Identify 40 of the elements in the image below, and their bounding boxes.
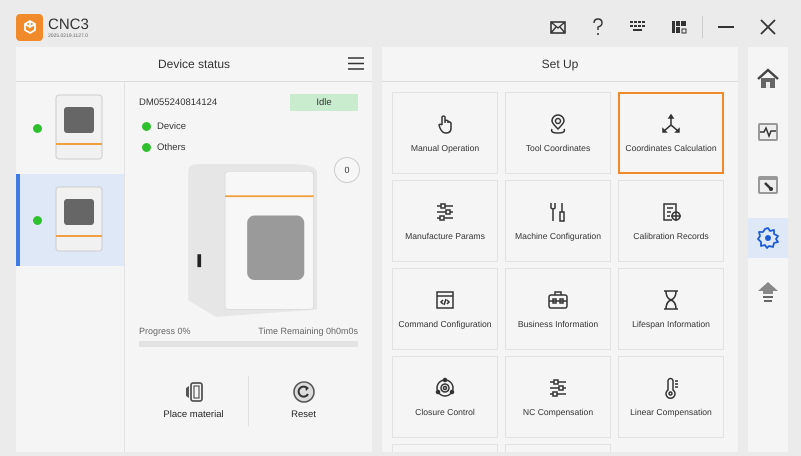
progress-label: Progress 0%: [139, 326, 191, 336]
setup-tile[interactable]: Business Information: [505, 268, 611, 350]
indicator-label: Others: [157, 142, 186, 153]
panel-title: Set Up: [542, 57, 578, 71]
count-badge: 0: [334, 157, 360, 183]
device-list-item[interactable]: [16, 174, 124, 266]
sliders-icon: [547, 377, 569, 399]
code-icon: [434, 289, 456, 311]
help-icon[interactable]: [592, 18, 604, 36]
toolbox-icon: [547, 289, 569, 311]
setup-tile[interactable]: Coordinates Calculation: [618, 92, 724, 174]
place-material-button[interactable]: Place material: [139, 377, 248, 424]
settings-nav-icon[interactable]: [748, 218, 788, 258]
setup-tile[interactable]: Lifespan Information: [618, 268, 724, 350]
setup-tile[interactable]: Command Configuration: [392, 268, 498, 350]
panel-title: Device status: [158, 57, 230, 71]
grid-icon[interactable]: [672, 20, 687, 34]
target-icon: [434, 377, 456, 399]
reset-button[interactable]: Reset: [249, 377, 358, 424]
app-logo-icon: [16, 14, 43, 40]
setup-tile[interactable]: NC Compensation: [505, 356, 611, 438]
device-id: DM055240814124: [139, 97, 218, 108]
setup-tile[interactable]: Manufacture Params: [392, 180, 498, 262]
setup-tile[interactable]: Machine Configuration: [505, 180, 611, 262]
axes-icon: [660, 113, 682, 135]
setup-tile[interactable]: Tool Coordinates: [505, 92, 611, 174]
setup-tile[interactable]: Calibration Records: [618, 180, 724, 262]
setup-tile[interactable]: Closure Control: [392, 356, 498, 438]
close-icon[interactable]: [760, 19, 776, 35]
setup-tile[interactable]: Linear Compensation: [618, 356, 724, 438]
app-name: CNC3: [48, 16, 89, 32]
sliders-icon: [434, 201, 456, 223]
status-badge: Idle: [290, 94, 358, 111]
menu-icon[interactable]: [348, 57, 364, 70]
time-remaining: Time Remaining 0h0m0s: [258, 326, 358, 336]
setup-tile[interactable]: Manual Operation: [392, 92, 498, 174]
mail-icon[interactable]: [550, 20, 566, 34]
reset-icon: [292, 381, 314, 403]
keyboard-icon[interactable]: [630, 21, 646, 33]
indicator-label: Device: [157, 121, 186, 132]
